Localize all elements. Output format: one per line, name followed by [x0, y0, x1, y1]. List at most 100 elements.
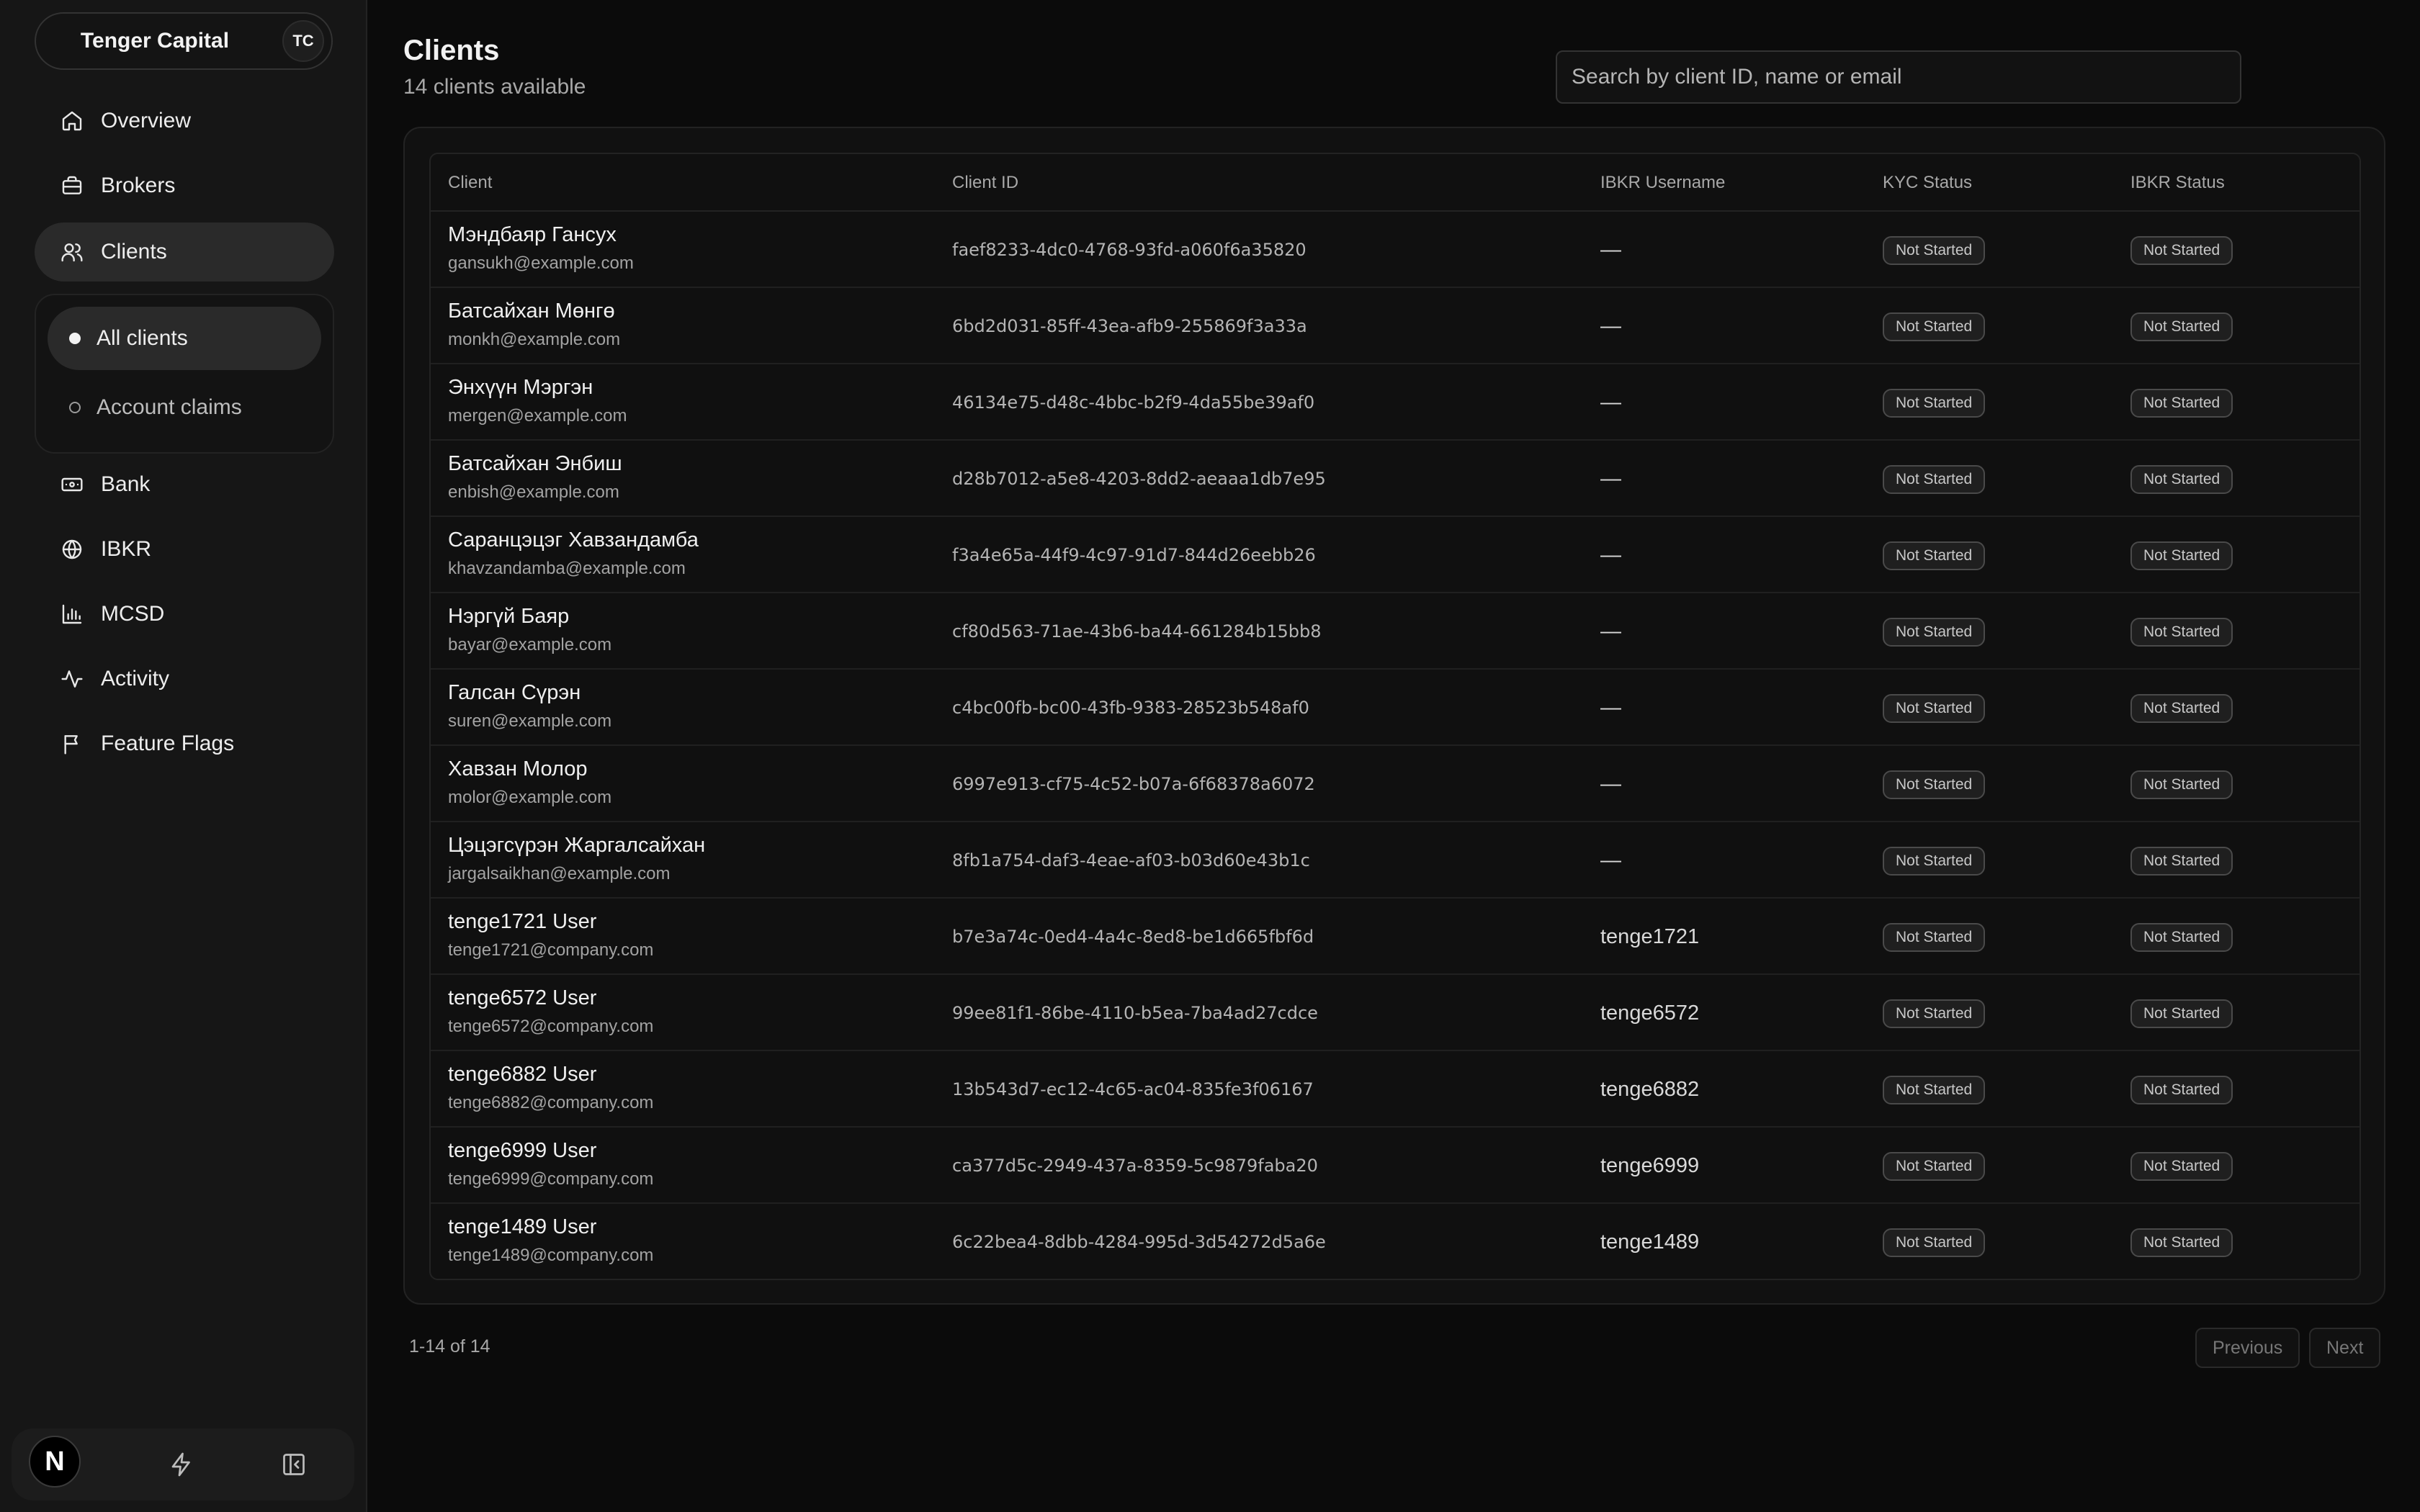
column-header-ibkr-username[interactable]: IBKR Username: [1600, 154, 1725, 212]
subnav-all-clients[interactable]: All clients: [48, 307, 321, 370]
table-row[interactable]: Энхүүн Мэргэн mergen@example.com 46134e75-…: [431, 364, 2360, 441]
ibkr-status-badge: Not Started: [2130, 541, 2233, 570]
client-email: molor@example.com: [448, 788, 612, 807]
client-id: 46134e75-d48c-4bbc-b2f9-4da55be39af0: [952, 392, 1315, 413]
clients-card: Client Client ID IBKR Username KYC Statu…: [403, 127, 2385, 1305]
table-row[interactable]: Галсан Сүрэн suren@example.com c4bc00fb-bc…: [431, 670, 2360, 746]
kyc-status-badge: Not Started: [1883, 1152, 1986, 1181]
table-row[interactable]: tenge6572 User tenge6572@company.com 99ee8…: [431, 975, 2360, 1051]
collapse-sidebar-icon[interactable]: [281, 1452, 307, 1477]
subnav-account-claims[interactable]: Account claims: [48, 376, 321, 439]
next-logo-icon[interactable]: N: [29, 1436, 81, 1488]
table-row[interactable]: Нэргүй Баяр bayar@example.com cf80d563-71a…: [431, 593, 2360, 670]
kyc-status-badge: Not Started: [1883, 694, 1986, 723]
table-row[interactable]: tenge6882 User tenge6882@company.com 13b54…: [431, 1051, 2360, 1128]
table-row[interactable]: Мэндбаяр Гансух gansukh@example.com faef82…: [431, 212, 2360, 288]
table-row[interactable]: Батсайхан Мөнгө monkh@example.com 6bd2d031…: [431, 288, 2360, 364]
client-name: Саранцэцэг Хавзандамба: [448, 528, 699, 552]
nav-item-mcsd[interactable]: MCSD: [35, 585, 334, 644]
table-row[interactable]: Хавзан Молор molor@example.com 6997e913-cf…: [431, 746, 2360, 822]
column-header-kyc-status[interactable]: KYC Status: [1883, 154, 1972, 212]
flag-icon: [60, 732, 84, 755]
next-page-button[interactable]: Next: [2309, 1328, 2381, 1368]
client-name: Батсайхан Мөнгө: [448, 300, 615, 323]
client-id: 6bd2d031-85ff-43ea-afb9-255869f3a33a: [952, 316, 1307, 336]
clients-subnav: All clients Account claims: [35, 294, 334, 454]
previous-page-button[interactable]: Previous: [2195, 1328, 2300, 1368]
table-row[interactable]: tenge1721 User tenge1721@company.com b7e3a…: [431, 899, 2360, 975]
nav-item-label: Clients: [101, 240, 167, 264]
table-row[interactable]: tenge1489 User tenge1489@company.com 6c22b…: [431, 1204, 2360, 1279]
nav-item-activity[interactable]: Activity: [35, 649, 334, 708]
kyc-status-badge: Not Started: [1883, 236, 1986, 265]
ibkr-status-badge: Not Started: [2130, 1152, 2233, 1181]
org-switcher[interactable]: Tenger Capital TC: [35, 12, 333, 70]
nav-item-clients[interactable]: Clients: [35, 222, 334, 282]
client-email: tenge6882@company.com: [448, 1093, 654, 1112]
ibkr-status-badge: Not Started: [2130, 847, 2233, 876]
table-row[interactable]: tenge6999 User tenge6999@company.com ca377…: [431, 1128, 2360, 1204]
kyc-status-badge: Not Started: [1883, 999, 1986, 1028]
ibkr-username: —: [1600, 238, 1621, 261]
kyc-status-badge: Not Started: [1883, 541, 1986, 570]
activity-icon: [60, 667, 84, 690]
ibkr-status-badge: Not Started: [2130, 770, 2233, 799]
column-header-ibkr-status[interactable]: IBKR Status: [2130, 154, 2225, 212]
nav-item-ibkr[interactable]: IBKR: [35, 520, 334, 579]
search-input[interactable]: [1556, 50, 2241, 104]
column-header-client-id[interactable]: Client ID: [952, 154, 1018, 212]
sidebar-footer: N: [12, 1428, 354, 1500]
sidebar: Tenger Capital TC Overview Brokers Clien…: [0, 0, 367, 1512]
nav-item-brokers[interactable]: Brokers: [35, 156, 334, 215]
ibkr-status-badge: Not Started: [2130, 694, 2233, 723]
client-name: Цэцэгсүрэн Жаргалсайхан: [448, 834, 706, 857]
client-name: Мэндбаяр Гансух: [448, 223, 617, 246]
client-email: gansukh@example.com: [448, 253, 634, 273]
kyc-status-badge: Not Started: [1883, 847, 1986, 876]
client-id: cf80d563-71ae-43b6-ba44-661284b15bb8: [952, 621, 1322, 642]
subnav-label: All clients: [97, 326, 188, 350]
client-name: tenge1489 User: [448, 1215, 597, 1238]
client-name: Энхүүн Мэргэн: [448, 376, 593, 399]
ibkr-status-badge: Not Started: [2130, 999, 2233, 1028]
nav-item-label: Activity: [101, 667, 170, 690]
client-email: tenge6572@company.com: [448, 1017, 654, 1036]
client-email: suren@example.com: [448, 711, 612, 731]
page-title: Clients: [403, 35, 500, 66]
ibkr-username: —: [1600, 696, 1621, 719]
column-header-client[interactable]: Client: [448, 154, 492, 212]
nav-item-label: Feature Flags: [101, 732, 235, 755]
ibkr-username: tenge1721: [1600, 925, 1700, 948]
users-icon: [60, 240, 84, 264]
ibkr-username: —: [1600, 773, 1621, 796]
client-name: tenge6999 User: [448, 1139, 597, 1162]
briefcase-icon: [60, 174, 84, 197]
clients-table: Client Client ID IBKR Username KYC Statu…: [429, 153, 2361, 1280]
ibkr-username: —: [1600, 467, 1621, 490]
nav-item-label: Overview: [101, 109, 192, 132]
client-email: monkh@example.com: [448, 330, 621, 349]
ibkr-status-badge: Not Started: [2130, 618, 2233, 647]
client-email: enbish@example.com: [448, 482, 619, 502]
nav-item-bank[interactable]: Bank: [35, 455, 334, 514]
client-name: tenge1721 User: [448, 910, 597, 933]
inactive-dot-icon: [69, 402, 81, 413]
ibkr-status-badge: Not Started: [2130, 389, 2233, 418]
table-row[interactable]: Цэцэгсүрэн Жаргалсайхан jargalsaikhan@exa…: [431, 822, 2360, 899]
ibkr-username: tenge1489: [1600, 1230, 1700, 1254]
client-email: khavzandamba@example.com: [448, 559, 686, 578]
client-id: ca377d5c-2949-437a-8359-5c9879faba20: [952, 1156, 1318, 1176]
kyc-status-badge: Not Started: [1883, 312, 1986, 341]
table-row[interactable]: Саранцэцэг Хавзандамба khavzandamba@examp…: [431, 517, 2360, 593]
client-email: tenge1721@company.com: [448, 940, 654, 960]
nav-item-overview[interactable]: Overview: [35, 91, 334, 150]
nav-item-feature-flags[interactable]: Feature Flags: [35, 714, 334, 773]
client-id: d28b7012-a5e8-4203-8dd2-aeaaa1db7e95: [952, 469, 1326, 489]
subnav-label: Account claims: [97, 395, 242, 419]
nav-item-label: MCSD: [101, 602, 165, 626]
table-row[interactable]: Батсайхан Энбиш enbish@example.com d28b701…: [431, 441, 2360, 517]
ibkr-username: —: [1600, 620, 1621, 643]
lightning-icon[interactable]: [169, 1452, 194, 1477]
pagination-range: 1-14 of 14: [409, 1336, 490, 1356]
org-avatar: TC: [282, 20, 324, 62]
